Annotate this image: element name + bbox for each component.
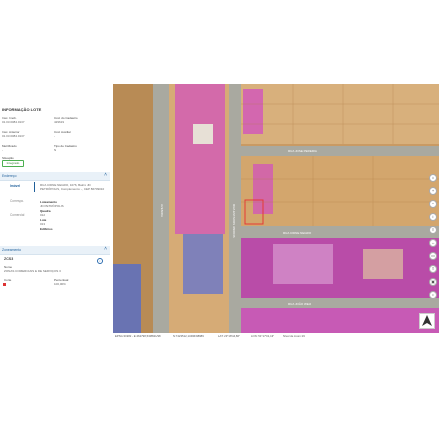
tab-comercial[interactable]: Comercial [10, 213, 24, 217]
home-icon[interactable]: ⌂ [429, 174, 437, 182]
pin-icon[interactable]: • [429, 291, 437, 299]
endereco-header[interactable]: Endereço ˄ [0, 172, 110, 181]
tab-imovel[interactable]: Imóvel [10, 184, 20, 188]
cut-color-icon [3, 283, 6, 286]
cod-auxiliar-value: - [54, 134, 55, 138]
epsg-coords: EPSG:31982 - E:462798,5/08821/98 [115, 333, 161, 338]
quadra-value: 012 [40, 213, 46, 217]
active-tab-indicator [34, 182, 35, 192]
print-icon[interactable]: ▭ [429, 252, 437, 260]
tipo-cadastro-value: N [54, 148, 57, 152]
endereco-title: Endereço [2, 173, 17, 178]
aerial-map[interactable]: RUA JOSE PEREIRA RUA CIDNE NEGRO RUA JOÃ… [113, 84, 439, 333]
corte-label: Corte [4, 278, 12, 282]
zoom-out-icon[interactable]: − [429, 200, 437, 208]
nome-value: ZONAS COMERCIAIS E DE SERVIÇOS 3 [4, 269, 61, 273]
panel-title: INFORMAÇÃO LOTE [2, 107, 42, 112]
zoneamento-header[interactable]: Zoneamento ˄ [0, 246, 110, 255]
tipo-cadastro-label: Tipo de Cadastro [54, 144, 77, 148]
metrificado-label: Metrificado [2, 144, 17, 148]
chevron-up-icon[interactable]: ˄ [104, 246, 107, 252]
percentual-value: 100,00% [54, 282, 66, 286]
layers-icon[interactable]: ≡ [429, 226, 437, 234]
zone-code: ZCS3 [4, 257, 14, 261]
insc-anterior-value: 01.03.0084.0137 [2, 134, 25, 138]
zoom-level: Nível de zoom:19 [283, 333, 305, 338]
cod-auxiliar-label: Cód. Auxiliar [54, 130, 71, 134]
latitude: LAT: 23°18'44,86" [218, 333, 241, 338]
longitude: LON: 51°17'01,13" [251, 333, 275, 338]
status-badge: Integrado [2, 160, 24, 167]
map-view[interactable]: RUA JOSE PEREIRA RUA CIDNE NEGRO RUA JOÃ… [113, 84, 439, 333]
metrificado-value: - [2, 148, 3, 152]
address-line: RUA CIDNE NEGRO, 1076, Bairro JD PETRÓPO… [40, 183, 105, 191]
north-coord: N:7423512,13496/98989 [173, 333, 204, 338]
map-statusbar: EPSG:31982 - E:462798,5/08821/98 N:74235… [113, 333, 439, 338]
lote-value: 013 [40, 222, 46, 226]
edificios-label: Edifícios [40, 227, 53, 231]
cod-cadastro-value: 429619 [54, 120, 65, 124]
north-arrow-icon [419, 313, 435, 329]
info-icon[interactable]: i [429, 213, 437, 221]
lock-icon[interactable]: ▣ [429, 278, 437, 286]
map-toolbar: ⌂ + − i ≡ ↔ ▭ ⇪ ▣ • [429, 174, 437, 304]
info-icon[interactable]: i [97, 258, 103, 264]
tab-correspondencia[interactable]: Correspo. [10, 199, 24, 203]
zoneamento-title: Zoneamento [2, 247, 22, 252]
street-label: RUA CIDNE NEGRO [283, 231, 312, 235]
insc-imob-value: 01.03.0084.0137 [2, 120, 25, 124]
street-label: RUA JOSE PEREIRA [288, 149, 317, 153]
measure-icon[interactable]: ↔ [429, 239, 437, 247]
lot-info-panel: INFORMAÇÃO LOTE Insc. Imob. 01.03.0084.0… [0, 104, 112, 334]
street-label: RUA ESTADOS UNIDOS [232, 204, 236, 238]
share-icon[interactable]: ⇪ [429, 265, 437, 273]
loteamento-value: JD PETRÓPOLIS [40, 204, 64, 208]
chevron-up-icon[interactable]: ˄ [104, 172, 107, 178]
street-label: AVENIDA [160, 204, 164, 217]
street-label: RUA JOÃO WEIJ [288, 301, 312, 306]
zoom-in-icon[interactable]: + [429, 187, 437, 195]
